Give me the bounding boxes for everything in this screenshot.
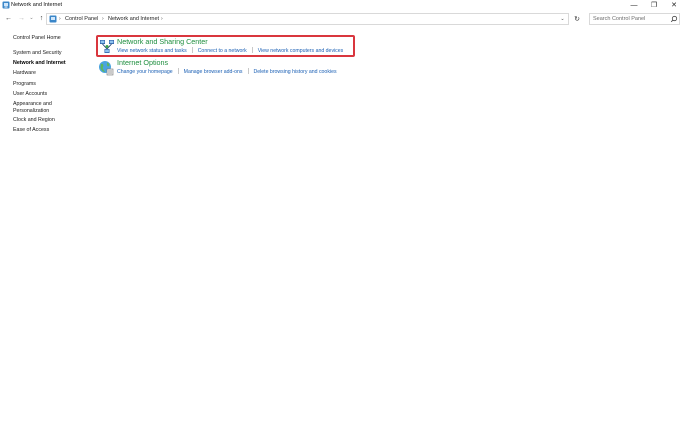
address-bar[interactable]: › Control Panel › Network and Internet ›… xyxy=(46,13,569,25)
breadcrumb-network-and-internet[interactable]: Network and Internet xyxy=(108,15,159,23)
sidebar-item-control-panel-home[interactable]: Control Panel Home xyxy=(13,35,61,42)
sidebar-item-appearance-and-personalization[interactable]: Appearance and xyxy=(13,101,52,108)
restore-button[interactable]: ❐ xyxy=(644,0,664,11)
address-dropdown-button[interactable]: ⌄ xyxy=(558,15,567,23)
minimize-button[interactable]: — xyxy=(624,0,644,11)
search-input[interactable] xyxy=(593,15,667,23)
navigation-bar: ← → ⌄ ↑ › Control Panel › Network and In… xyxy=(0,12,686,26)
sidebar-item-network-and-internet: Network and Internet xyxy=(13,60,66,66)
window-title: Network and Internet xyxy=(11,2,63,8)
control-panel-icon xyxy=(2,1,10,9)
close-button[interactable]: ✕ xyxy=(664,0,684,11)
sidebar-item-system-and-security[interactable]: System and Security xyxy=(13,50,62,57)
network-and-sharing-center-link[interactable]: Network and Sharing Center xyxy=(117,37,208,46)
internet-options-tasks: Change your homepage Manage browser add-o… xyxy=(117,68,337,76)
category-network-and-sharing-center: Network and Sharing Center View network … xyxy=(96,35,355,57)
sidebar-item-hardware[interactable]: Hardware xyxy=(13,70,36,77)
title-bar: Network and Internet — ❐ ✕ xyxy=(0,0,686,11)
link-divider xyxy=(191,47,193,53)
control-panel-icon xyxy=(49,15,57,23)
search-icon[interactable] xyxy=(670,15,678,23)
view-network-computers-link[interactable]: View network computers and devices xyxy=(258,48,344,54)
breadcrumb-separator[interactable]: › xyxy=(102,15,104,23)
sidebar-item-programs[interactable]: Programs xyxy=(13,81,36,88)
internet-options-icon[interactable] xyxy=(98,60,114,76)
breadcrumb-separator[interactable]: › xyxy=(161,15,163,23)
sidebar-item-clock-and-region[interactable]: Clock and Region xyxy=(13,117,55,124)
forward-button[interactable]: → xyxy=(17,14,26,23)
link-divider xyxy=(177,68,179,74)
change-homepage-link[interactable]: Change your homepage xyxy=(117,69,173,75)
recent-locations-button[interactable]: ⌄ xyxy=(27,14,36,23)
connect-to-network-link[interactable]: Connect to a network xyxy=(198,48,247,54)
refresh-button[interactable]: ↻ xyxy=(571,14,583,24)
up-button[interactable]: ↑ xyxy=(37,14,46,23)
link-divider xyxy=(251,47,253,53)
breadcrumb-separator[interactable]: › xyxy=(59,15,61,23)
link-divider xyxy=(247,68,249,74)
network-and-sharing-center-tasks: View network status and tasks Connect to … xyxy=(117,47,343,55)
sidebar-item-user-accounts[interactable]: User Accounts xyxy=(13,91,47,98)
manage-browser-addons-link[interactable]: Manage browser add-ons xyxy=(184,69,243,75)
back-button[interactable]: ← xyxy=(4,14,13,23)
view-network-status-link[interactable]: View network status and tasks xyxy=(117,48,187,54)
sidebar-item-ease-of-access[interactable]: Ease of Access xyxy=(13,127,49,134)
sidebar-item-appearance-and-personalization[interactable]: Personalization xyxy=(13,108,49,115)
search-box[interactable] xyxy=(589,13,680,25)
category-internet-options: Internet Options Change your homepage Man… xyxy=(96,57,356,79)
network-sharing-icon[interactable] xyxy=(99,39,115,55)
delete-browsing-history-link[interactable]: Delete browsing history and cookies xyxy=(254,69,337,75)
internet-options-link[interactable]: Internet Options xyxy=(117,58,168,67)
breadcrumb-control-panel[interactable]: Control Panel xyxy=(65,15,98,23)
